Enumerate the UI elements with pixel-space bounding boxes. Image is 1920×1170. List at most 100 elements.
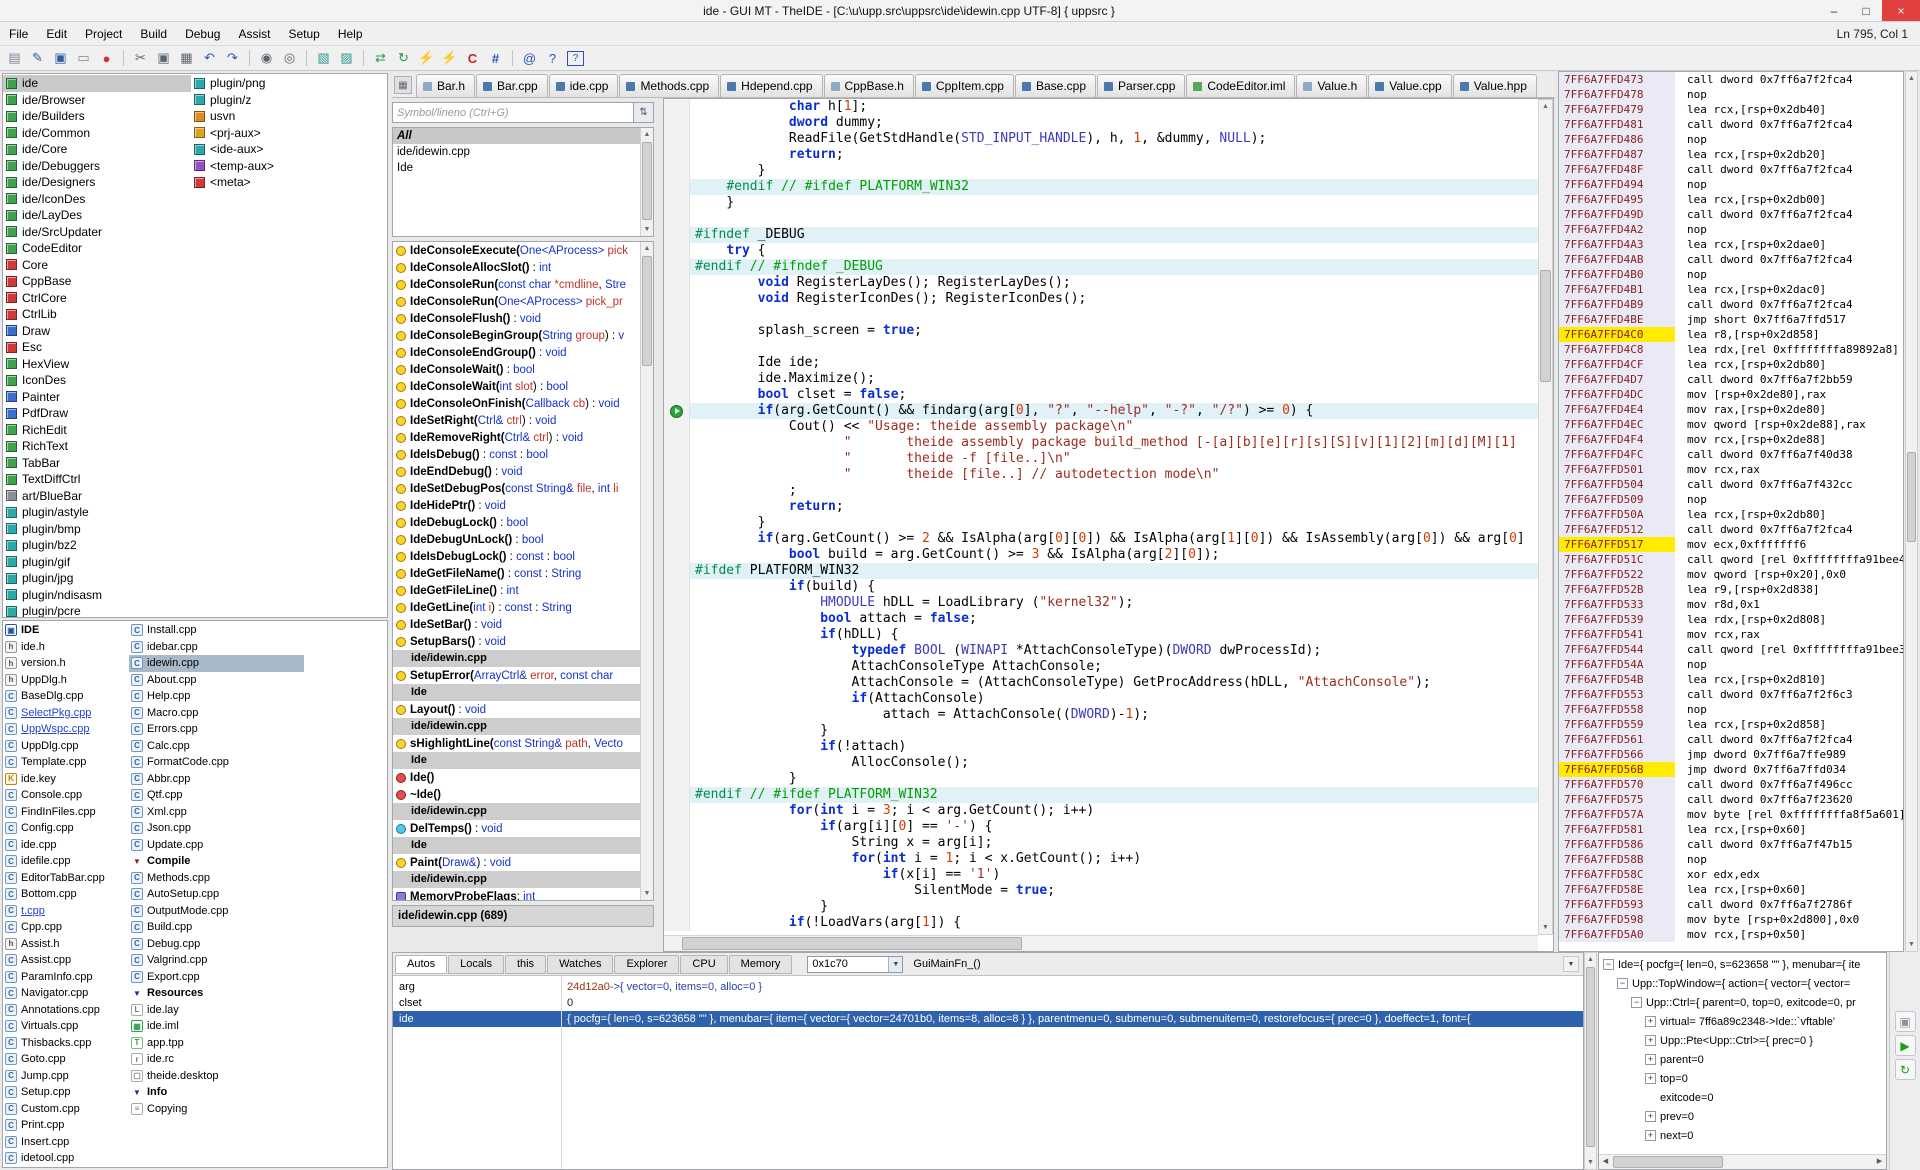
disasm-row[interactable]: 7FF6A7FFD48Fcall dword 0x7ff6a7f2fca4 — [1559, 162, 1903, 177]
debugger-tab-memory[interactable]: Memory — [729, 955, 793, 974]
package-item[interactable]: CtrlCore — [3, 290, 191, 307]
collapse-icon[interactable]: − — [1631, 997, 1642, 1008]
expand-icon[interactable]: + — [1645, 1016, 1656, 1027]
tree-node[interactable]: +prev=0 — [1599, 1107, 1886, 1126]
code-line[interactable]: AttachConsole = (AttachConsoleType) GetP… — [664, 675, 1538, 691]
symbol-item[interactable]: ~Ide() — [393, 786, 640, 803]
file-item[interactable]: Cidetool.cpp — [3, 1150, 129, 1167]
scroll-up-icon[interactable]: ▲ — [1539, 100, 1552, 113]
disasm-row[interactable]: 7FF6A7FFD509nop — [1559, 492, 1903, 507]
package-item[interactable]: plugin/pcre — [3, 603, 191, 618]
tree-node[interactable]: +virtual= 7ff6a89c2348->Ide::`vftable' — [1599, 1012, 1886, 1031]
code-line[interactable]: } — [664, 515, 1538, 531]
code-line[interactable]: if(arg.GetCount() >= 2 && IsAlpha(arg[0]… — [664, 531, 1538, 547]
symbol-item[interactable]: IdeEndDebug() : void — [393, 463, 640, 480]
symbol-item[interactable]: IdeDebugUnLock() : bool — [393, 531, 640, 548]
file-item[interactable]: CExport.cpp — [129, 969, 304, 986]
file-item[interactable]: CInstall.cpp — [129, 622, 304, 639]
file-item[interactable]: CAnnotations.cpp — [3, 1002, 129, 1019]
gutter-cell[interactable] — [664, 163, 690, 179]
gutter-cell[interactable] — [664, 867, 690, 883]
symbol-item[interactable]: IdeIsDebugLock() : const : bool — [393, 548, 640, 565]
symbol-item[interactable]: IdeConsoleExecute(One<AProcess> pick — [393, 242, 640, 259]
disasm-row[interactable]: 7FF6A7FFD4D7call dword 0x7ff6a7f2bb59 — [1559, 372, 1903, 387]
disassembly-scrollbar[interactable]: ▲ ▼ — [1905, 71, 1918, 952]
disasm-row[interactable]: 7FF6A7FFD4ABcall dword 0x7ff6a7f2fca4 — [1559, 252, 1903, 267]
code-line[interactable]: char h[1]; — [664, 99, 1538, 115]
symbol-item[interactable]: IdeGetFileName() : const : String — [393, 565, 640, 582]
package-item[interactable]: PdfDraw — [3, 405, 191, 422]
collapse-icon[interactable]: − — [1617, 978, 1628, 989]
scope-scrollbar[interactable]: ▲ ▼ — [640, 128, 653, 236]
package-item[interactable]: CppBase — [3, 273, 191, 290]
gutter-cell[interactable] — [664, 307, 690, 323]
chevron-down-icon[interactable]: ▼ — [888, 957, 902, 972]
package-item[interactable]: Esc — [3, 339, 191, 356]
file-item[interactable]: CGoto.cpp — [3, 1051, 129, 1068]
file-item[interactable]: CBottom.cpp — [3, 886, 129, 903]
scroll-thumb[interactable] — [642, 142, 652, 220]
package-item[interactable]: plugin/ndisasm — [3, 587, 191, 604]
compile-file-icon[interactable]: C — [461, 48, 484, 69]
save-file-icon[interactable]: ▣ — [49, 48, 72, 69]
package-item[interactable]: RichEdit — [3, 422, 191, 439]
code-line[interactable]: } — [664, 899, 1538, 915]
file-group-header[interactable]: ▼Resources — [129, 985, 304, 1002]
find-in-files-icon[interactable]: ◎ — [278, 48, 301, 69]
run-icon[interactable]: ▶ — [1895, 1035, 1916, 1056]
file-item[interactable]: CMacro.cpp — [129, 705, 304, 722]
package-item[interactable]: plugin/jpg — [3, 570, 191, 587]
symbol-item[interactable]: IdeSetRight(Ctrl& ctrl) : void — [393, 412, 640, 429]
gutter-cell[interactable] — [664, 659, 690, 675]
expand-icon[interactable]: + — [1645, 1035, 1656, 1046]
scroll-left-icon[interactable]: ◀ — [1599, 1155, 1612, 1169]
disasm-row[interactable]: 7FF6A7FFD544call qword [rel 0xffffffffa9… — [1559, 642, 1903, 657]
tree-node[interactable]: +Upp::Pte<Upp::Ctrl>={ prec=0 } — [1599, 1031, 1886, 1050]
code-line[interactable]: return; — [664, 147, 1538, 163]
symbol-item[interactable]: IdeGetFileLine() : int — [393, 582, 640, 599]
column-divider[interactable] — [561, 976, 562, 1169]
package-item[interactable]: ide/Builders — [3, 108, 191, 125]
package-item[interactable]: TextDiffCtrl — [3, 471, 191, 488]
gutter-cell[interactable] — [664, 851, 690, 867]
scroll-up-icon[interactable]: ▲ — [641, 242, 653, 255]
gutter-cell[interactable] — [664, 531, 690, 547]
package-item[interactable]: HexView — [3, 356, 191, 373]
disasm-row[interactable]: 7FF6A7FFD581lea rcx,[rsp+0x60] — [1559, 822, 1903, 837]
console-icon[interactable]: ▣ — [1895, 1011, 1916, 1032]
editor-tab[interactable]: Hdepend.cpp — [720, 74, 822, 97]
package-item[interactable]: art/BlueBar — [3, 488, 191, 505]
editor-tab[interactable]: Methods.cpp — [619, 74, 719, 97]
gutter-cell[interactable] — [664, 787, 690, 803]
disasm-row[interactable]: 7FF6A7FFD51Ccall qword [rel 0xffffffffa9… — [1559, 552, 1903, 567]
gutter-cell[interactable] — [664, 739, 690, 755]
package-item[interactable]: Core — [3, 257, 191, 274]
help-icon[interactable]: ? — [541, 48, 564, 69]
symbol-item[interactable]: IdeDebugLock() : bool — [393, 514, 640, 531]
menu-project[interactable]: Project — [76, 22, 131, 45]
gutter-cell[interactable] — [664, 467, 690, 483]
code-line[interactable]: SilentMode = true; — [664, 883, 1538, 899]
file-item[interactable]: CEditorTabBar.cpp — [3, 870, 129, 887]
code-line[interactable]: if(arg[i][0] == '-') { — [664, 819, 1538, 835]
editor-tab[interactable]: Value.cpp — [1368, 74, 1451, 97]
file-item[interactable]: CParamInfo.cpp — [3, 969, 129, 986]
disasm-row[interactable]: 7FF6A7FFD495lea rcx,[rsp+0x2db00] — [1559, 192, 1903, 207]
code-line[interactable]: return; — [664, 499, 1538, 515]
file-item[interactable]: CUppWspc.cpp — [3, 721, 129, 738]
scroll-thumb[interactable] — [642, 256, 652, 366]
find-icon[interactable]: ◉ — [255, 48, 278, 69]
tree-node[interactable]: −Upp::TopWindow={ action={ vector={ vect… — [1599, 974, 1886, 993]
package-item[interactable]: plugin/astyle — [3, 504, 191, 521]
file-item[interactable]: CCpp.cpp — [3, 919, 129, 936]
tree-node[interactable]: +next=0 — [1599, 1126, 1886, 1145]
tree-node[interactable]: +top=0 — [1599, 1069, 1886, 1088]
disasm-row[interactable]: 7FF6A7FFD4F4mov rcx,[rsp+0x2de88] — [1559, 432, 1903, 447]
tab-list-icon[interactable]: ▦ — [394, 76, 412, 94]
symbol-item[interactable]: IdeConsoleEndGroup() : void — [393, 344, 640, 361]
disasm-row[interactable]: 7FF6A7FFD4A2nop — [1559, 222, 1903, 237]
package-item[interactable]: IconDes — [3, 372, 191, 389]
debugger-tab-locals[interactable]: Locals — [448, 955, 504, 974]
disasm-row[interactable]: 7FF6A7FFD52Blea r9,[rsp+0x2d838] — [1559, 582, 1903, 597]
package-item[interactable]: ide/Debuggers — [3, 158, 191, 175]
